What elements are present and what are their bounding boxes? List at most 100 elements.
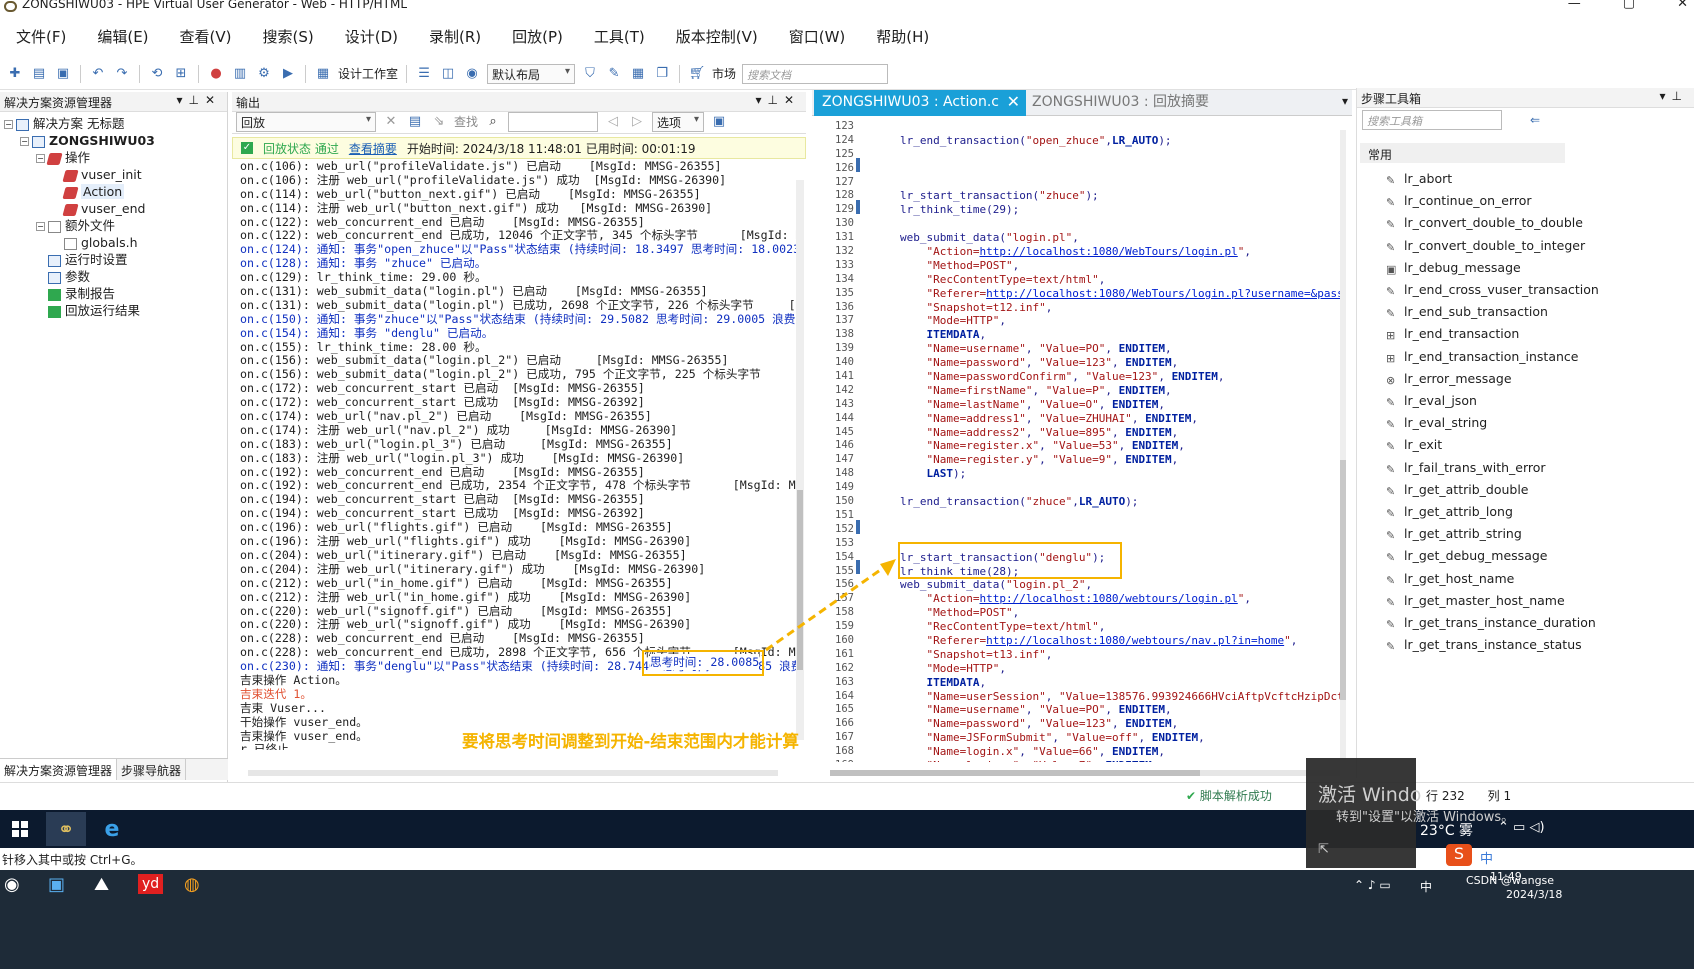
- tray-icons[interactable]: ⌃ ♪ ▭: [1354, 878, 1391, 892]
- toolbox-step-item[interactable]: ⊗ lr_error_message: [1386, 371, 1512, 387]
- workspace-button[interactable]: 设计工作室: [338, 65, 398, 82]
- toolbox-category-common[interactable]: 常用: [1360, 143, 1565, 163]
- compile-icon[interactable]: ⟲: [148, 65, 166, 83]
- output-filter-select[interactable]: 回放: [236, 111, 376, 132]
- panel-controls[interactable]: ▾⊥✕: [176, 93, 221, 107]
- vugen-taskbar-icon[interactable]: ⚭: [46, 812, 86, 846]
- tree-node[interactable]: − 额外文件: [0, 217, 227, 234]
- toolbox-step-item[interactable]: ✎ lr_exit: [1386, 437, 1442, 453]
- view-summary-link[interactable]: 查看摘要: [349, 140, 397, 157]
- options-select[interactable]: 选项: [652, 111, 705, 132]
- chrome-icon[interactable]: ◉: [4, 874, 20, 895]
- ie-taskbar-icon[interactable]: e: [92, 812, 132, 846]
- tree-node[interactable]: vuser_end: [0, 200, 227, 217]
- app-icon[interactable]: ◍: [184, 874, 200, 895]
- toolbox-step-item[interactable]: ✎ lr_convert_double_to_integer: [1386, 238, 1585, 254]
- next-icon[interactable]: ▷: [628, 113, 646, 131]
- script-icon[interactable]: ▥: [231, 65, 249, 83]
- expand-toggle-icon[interactable]: −: [4, 120, 13, 129]
- back-icon[interactable]: ⇐: [1530, 113, 1540, 127]
- minimize-button[interactable]: —: [1568, 0, 1581, 11]
- snapshot-icon[interactable]: ◫: [439, 65, 457, 83]
- youdao-icon[interactable]: yd: [138, 874, 164, 894]
- save-icon[interactable]: ▣: [54, 65, 72, 83]
- menu-file[interactable]: 文件(F): [16, 22, 66, 52]
- bookmark-icon[interactable]: ⛉: [581, 65, 599, 83]
- toolbox-step-item[interactable]: ⊞ lr_end_transaction: [1386, 326, 1519, 342]
- output-hscrollbar[interactable]: [248, 770, 778, 776]
- toolbox-step-item[interactable]: ✎ lr_eval_json: [1386, 393, 1477, 409]
- find-icon[interactable]: ◉: [463, 65, 481, 83]
- toolbox-step-item[interactable]: ✎ lr_continue_on_error: [1386, 193, 1532, 209]
- tree-node[interactable]: 录制报告: [0, 285, 227, 302]
- toolbox-step-item[interactable]: ✎ lr_end_cross_vuser_transaction: [1386, 282, 1599, 298]
- tree-node[interactable]: globals.h: [0, 234, 227, 251]
- toolbox-step-item[interactable]: ✎ lr_convert_double_to_double: [1386, 215, 1583, 231]
- toolbox-step-item[interactable]: ✎ lr_end_sub_transaction: [1386, 304, 1548, 320]
- play-icon[interactable]: ▶: [279, 65, 297, 83]
- panel-controls[interactable]: ▾⊥✕: [755, 93, 800, 107]
- panel-controls[interactable]: ▾⊥: [1660, 89, 1688, 103]
- window-icon[interactable]: ❐: [653, 65, 671, 83]
- runtime-icon[interactable]: ⚙: [255, 65, 273, 83]
- menu-view[interactable]: 查看(V): [180, 22, 232, 52]
- tree-node[interactable]: 参数: [0, 268, 227, 285]
- sogou-ime-icon[interactable]: S: [1446, 844, 1472, 866]
- tab-solution-explorer[interactable]: 解决方案资源管理器: [0, 759, 118, 780]
- toolbox-step-item[interactable]: ✎ lr_abort: [1386, 171, 1452, 187]
- tree-node[interactable]: Action: [0, 183, 227, 200]
- output-vscrollbar[interactable]: [796, 180, 804, 740]
- tab-step-navigator[interactable]: 步骤导航器: [117, 759, 187, 780]
- toolbox-step-item[interactable]: ✎ lr_get_trans_instance_status: [1386, 637, 1582, 653]
- ime-indicator[interactable]: 中: [1420, 878, 1432, 895]
- tab-menu-icon[interactable]: ▾: [1342, 94, 1348, 108]
- menu-window[interactable]: 窗口(W): [789, 22, 846, 52]
- tree-node[interactable]: vuser_init: [0, 166, 227, 183]
- market-button[interactable]: 市场: [712, 65, 736, 82]
- scroll-thumb[interactable]: [830, 770, 1200, 776]
- editor-hscrollbar[interactable]: [830, 770, 1340, 776]
- redo-icon[interactable]: ↷: [113, 65, 131, 83]
- menu-replay[interactable]: 回放(P): [512, 22, 563, 52]
- find-label[interactable]: 查找: [454, 113, 478, 130]
- toolbox-step-item[interactable]: ✎ lr_get_trans_instance_duration: [1386, 615, 1596, 631]
- expand-toggle-icon[interactable]: −: [36, 154, 45, 163]
- tree-node[interactable]: − 解决方案 无标题: [0, 115, 227, 132]
- toolbox-step-item[interactable]: ✎ lr_get_attrib_string: [1386, 526, 1522, 542]
- toolbox-step-item[interactable]: ✎ lr_eval_string: [1386, 415, 1487, 431]
- expand-toggle-icon[interactable]: −: [36, 222, 45, 231]
- menu-version-control[interactable]: 版本控制(V): [676, 22, 758, 52]
- toolbox-step-item[interactable]: ✎ lr_fail_trans_with_error: [1386, 460, 1546, 476]
- toolbox-step-item[interactable]: ▣ lr_debug_message: [1386, 260, 1521, 276]
- menu-search[interactable]: 搜索(S): [263, 22, 314, 52]
- list-icon[interactable]: ☰: [415, 65, 433, 83]
- layout-select[interactable]: 默认布局: [487, 63, 576, 84]
- maximize-button[interactable]: ▢: [1623, 0, 1635, 11]
- explorer-icon[interactable]: ▣: [48, 874, 65, 895]
- new-script-icon[interactable]: ✚: [6, 65, 24, 83]
- grid-icon[interactable]: ▦: [629, 65, 647, 83]
- export-icon[interactable]: ⊞: [172, 65, 190, 83]
- prev-icon[interactable]: ◁: [604, 113, 622, 131]
- copy-icon[interactable]: ▤: [406, 113, 424, 131]
- pen-icon[interactable]: ✎: [605, 65, 623, 83]
- toolbox-step-item[interactable]: ✎ lr_get_master_host_name: [1386, 593, 1565, 609]
- expand-toggle-icon[interactable]: −: [20, 137, 29, 146]
- tree-node[interactable]: 回放运行结果: [0, 302, 227, 319]
- tree-node[interactable]: 运行时设置: [0, 251, 227, 268]
- photos-icon[interactable]: ⛰: [94, 874, 109, 895]
- toolbox-step-item[interactable]: ✎ lr_get_attrib_double: [1386, 482, 1529, 498]
- record-icon[interactable]: ●: [207, 65, 225, 83]
- clear-icon[interactable]: ✕: [382, 113, 400, 131]
- close-icon[interactable]: ✕: [1007, 90, 1020, 114]
- tab-action-c[interactable]: ZONGSHIWU03 : Action.c ✕: [814, 90, 1026, 116]
- save-output-icon[interactable]: ▣: [710, 113, 728, 131]
- windows-start-icon[interactable]: [0, 812, 40, 846]
- menu-help[interactable]: 帮助(H): [876, 22, 929, 52]
- menu-edit[interactable]: 编辑(E): [97, 22, 148, 52]
- tree-node[interactable]: − 操作: [0, 149, 227, 166]
- code-text[interactable]: lr_end_transaction("open_zhuce",LR_AUTO)…: [900, 120, 1340, 762]
- doc-search-input[interactable]: 搜索文档: [742, 63, 889, 84]
- menu-record[interactable]: 录制(R): [429, 22, 481, 52]
- toolbox-search-input[interactable]: 搜索工具箱: [1362, 110, 1502, 130]
